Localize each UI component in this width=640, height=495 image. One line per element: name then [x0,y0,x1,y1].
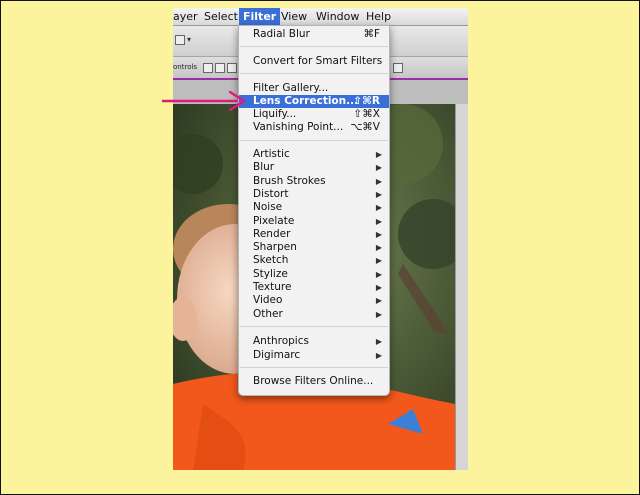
menu-item-label: Distort [253,187,289,200]
menu-item-sketch[interactable]: Sketch ▶ [239,254,389,267]
submenu-arrow-icon: ▶ [375,163,382,173]
menu-item-shortcut: ⌥⌘V [350,121,380,133]
menu-item-label: Stylize [253,267,288,280]
menu-item-label: Other [253,307,283,320]
menu-item-label: Pixelate [253,214,295,227]
submenu-arrow-icon: ▶ [375,283,382,292]
menu-item-artistic[interactable]: Artistic ▶ [239,148,389,161]
submenu-arrow-icon: ▶ [375,216,382,226]
menu-item-video[interactable]: Video ▶ [239,294,389,307]
menu-item-vanishing-point[interactable]: Vanishing Point... ⌥⌘V [239,121,389,134]
menu-item-label: Liquify... [253,108,297,120]
menu-item-label: Radial Blur [253,28,310,40]
menu-item-shortcut: ⇧⌘X [353,108,381,120]
menu-item-label: Brush Strokes [253,174,326,187]
submenu-arrow-icon: ▶ [375,309,382,319]
menu-item-render[interactable]: Render ▶ [239,228,389,241]
menu-item-shortcut: ⇧⌘R [353,95,380,107]
menu-help[interactable]: Help [366,10,391,23]
menu-window[interactable]: Window [316,10,359,23]
menu-separator [240,73,388,74]
submenu-arrow-icon: ▶ [375,229,382,239]
align-icon[interactable] [203,63,213,73]
submenu-arrow-icon: ▶ [375,150,382,159]
menu-item-stylize[interactable]: Stylize ▶ [239,268,389,281]
menu-separator [240,46,388,47]
menu-item-digimarc[interactable]: Digimarc ▶ [239,349,389,362]
menu-item-label: Browse Filters Online... [253,375,374,387]
submenu-arrow-icon: ▶ [375,189,382,199]
submenu-arrow-icon: ▶ [375,203,382,213]
controls-label: ontrols [173,63,198,71]
menu-item-blur[interactable]: Blur ▶ [239,161,389,174]
menu-item-label: Sketch [253,254,289,267]
tool-preset-icon[interactable] [175,35,185,45]
menu-item-sharpen[interactable]: Sharpen ▶ [239,241,389,254]
menu-item-other[interactable]: Other ▶ [239,308,389,321]
menu-item-label: Noise [253,201,283,214]
menu-item-label: Texture [253,281,292,293]
menu-item-label: Blur [253,161,275,174]
menu-item-shortcut: ⌘F [363,28,380,40]
vertical-scrollbar[interactable] [455,104,468,470]
submenu-arrow-icon: ▶ [375,296,382,306]
menu-item-label: Render [253,227,291,240]
chevron-down-icon[interactable]: ▾ [187,35,191,44]
menu-item-filter-gallery[interactable]: Filter Gallery... [239,82,389,95]
menu-item-label: Sharpen [253,241,297,254]
menu-item-pixelate[interactable]: Pixelate ▶ [239,215,389,228]
filter-menu-dropdown: Radial Blur ⌘F Convert for Smart Filters… [238,25,390,396]
menu-item-brush-strokes[interactable]: Brush Strokes ▶ [239,175,389,188]
menu-layer[interactable]: ayer [173,10,198,23]
menu-item-label: Anthropics [253,335,309,347]
app-menubar: ayer Select Filter View Window Help [173,8,468,26]
menu-item-label: Lens Correction... [253,95,359,107]
menu-item-liquify[interactable]: Liquify... ⇧⌘X [239,108,389,121]
menu-separator [240,367,388,368]
menu-item-lens-correction[interactable]: Lens Correction... ⇧⌘R [239,95,389,108]
submenu-arrow-icon: ▶ [375,243,382,253]
menu-item-label: Filter Gallery... [253,82,329,94]
menu-item-distort[interactable]: Distort ▶ [239,188,389,201]
menu-select[interactable]: Select [204,10,238,23]
submenu-arrow-icon: ▶ [375,269,382,279]
menu-item-radial-blur[interactable]: Radial Blur ⌘F [239,28,389,41]
distribute-icon[interactable] [393,63,403,73]
menu-item-convert-smart-filters[interactable]: Convert for Smart Filters [239,55,389,68]
menu-item-label: Artistic [253,148,290,160]
annotation-arrow-icon [162,90,246,112]
menu-item-texture[interactable]: Texture ▶ [239,281,389,294]
submenu-arrow-icon: ▶ [375,337,382,346]
menu-item-browse-filters-online[interactable]: Browse Filters Online... [239,375,389,388]
menu-item-anthropics[interactable]: Anthropics ▶ [239,335,389,348]
menu-separator [240,140,388,141]
menu-item-label: Vanishing Point... [253,121,344,133]
submenu-arrow-icon: ▶ [375,256,382,266]
submenu-arrow-icon: ▶ [375,176,382,186]
menu-filter[interactable]: Filter [239,8,281,25]
menu-item-label: Digimarc [253,348,301,361]
menu-separator [240,326,388,327]
align-icon[interactable] [227,63,237,73]
align-icon[interactable] [215,63,225,73]
menu-view[interactable]: View [281,10,307,23]
submenu-arrow-icon: ▶ [375,350,382,360]
menu-item-noise[interactable]: Noise ▶ [239,201,389,214]
menu-item-label: Video [253,294,283,307]
menu-item-label: Convert for Smart Filters [253,55,383,67]
